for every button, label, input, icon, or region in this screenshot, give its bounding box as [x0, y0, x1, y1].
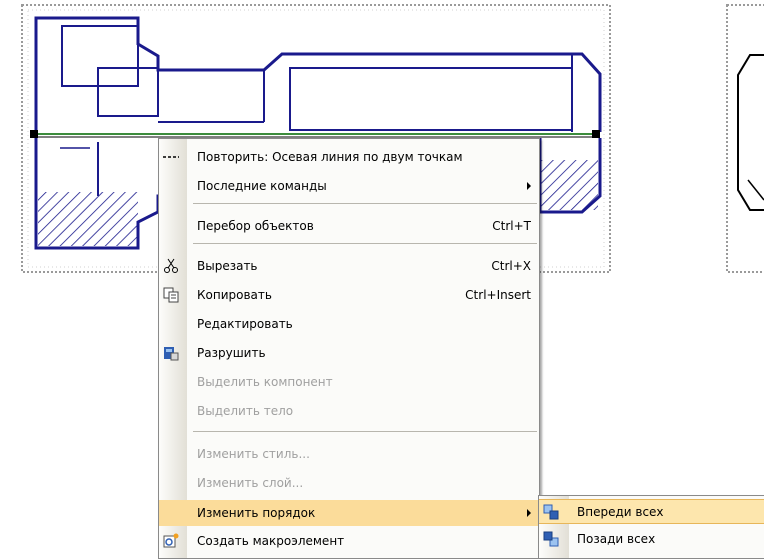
menu-item-repeat[interactable]: Повторить: Осевая линия по двум точкам — [159, 145, 539, 169]
menu-item-change-layer[interactable]: Изменить слой... — [159, 471, 539, 495]
grip-handle-right[interactable] — [592, 130, 600, 138]
menu-item-change-style[interactable]: Изменить стиль... — [159, 442, 539, 466]
context-menu: Повторить: Осевая линия по двум точкам П… — [158, 138, 540, 559]
grip-handle-left[interactable] — [30, 130, 38, 138]
hex-nut-view — [737, 54, 764, 211]
send-to-back-icon — [543, 531, 559, 547]
menu-item-create-macro[interactable]: Создать макроэлемент — [159, 529, 539, 553]
menu-item-cut[interactable]: Вырезать Ctrl+X — [159, 254, 539, 278]
menu-item-edit[interactable]: Редактировать — [159, 312, 539, 336]
menu-item-bring-to-front[interactable]: Впереди всех — [539, 499, 764, 524]
scissors-icon — [163, 258, 179, 274]
hatch-section-left — [38, 192, 138, 246]
menu-separator — [193, 203, 537, 204]
copy-icon — [163, 287, 179, 303]
menu-item-cycle-objects[interactable]: Перебор объектов Ctrl+T — [159, 214, 539, 238]
menu-item-recent-commands[interactable]: Последние команды — [159, 174, 539, 198]
menu-item-destroy[interactable]: Разрушить — [159, 341, 539, 365]
destroy-icon — [163, 345, 179, 361]
hatch-section-right — [540, 160, 598, 210]
view-frame-right — [726, 4, 764, 273]
submenu-arrow-icon — [527, 509, 531, 517]
menu-item-send-to-back[interactable]: Позади всех — [539, 527, 764, 551]
macro-element-icon — [163, 533, 179, 549]
submenu-arrow-icon — [527, 182, 531, 190]
menu-separator — [193, 431, 537, 432]
change-order-submenu: Впереди всех Позади всех — [538, 495, 764, 559]
menu-separator — [193, 243, 537, 244]
menu-item-change-order[interactable]: Изменить порядок — [159, 500, 539, 526]
menu-item-select-body[interactable]: Выделить тело — [159, 399, 539, 423]
bring-to-front-icon — [543, 504, 559, 520]
menu-item-select-component[interactable]: Выделить компонент — [159, 370, 539, 394]
menu-item-copy[interactable]: Копировать Ctrl+Insert — [159, 283, 539, 307]
dashed-line-icon — [163, 149, 179, 165]
